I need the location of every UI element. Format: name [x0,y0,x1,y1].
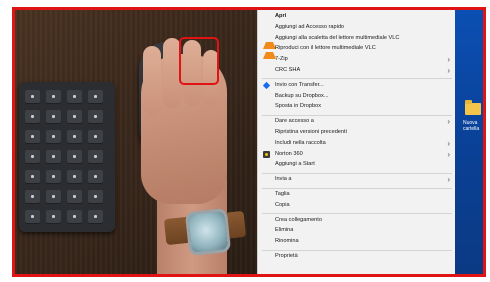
chevron-right-icon: › [447,175,450,185]
menu-item-7[interactable]: Backup su Dropbox... [258,92,456,101]
menu-item-label: 7-Zip [275,56,288,63]
menu-separator [262,114,452,116]
menu-item-label: Taglia [275,191,290,197]
menu-item-9[interactable]: Dare accesso a › [258,117,456,126]
menu-item-label: Aggiungi ad Accesso rapido [275,23,345,30]
menu-item-label: Rinomina [275,238,299,245]
menu-item-label: Invia a [275,176,292,183]
chevron-right-icon: › [447,55,450,65]
menu-item-label: CRC SHA [275,67,301,73]
menu-item-label: Aggiungi alla scaletta del lettore multi… [275,34,400,41]
chevron-right-icon: › [447,117,450,127]
menu-item-label: Riproduci con il lettore multimediale VL… [275,45,376,52]
menu-item-20[interactable]: Proprietà [258,252,456,261]
menu-item-3[interactable]: Riproduci con il lettore multimediale VL… [258,44,456,60]
menu-item-label: Aggiungi a Start [275,161,315,168]
menu-item-label: Elimina [275,227,294,234]
menu-item-label: Backup su Dropbox... [275,92,329,99]
menu-item-label: Copia [275,201,290,208]
menu-separator [262,78,452,80]
smartwatch [184,207,232,257]
chevron-right-icon: › [447,138,450,148]
norton-icon [263,150,270,158]
menu-item-6[interactable]: Invio con Transfer... [258,81,456,90]
menu-item-label: Invio con Transfer... [275,81,324,88]
dropbox-icon [262,81,271,90]
menu-item-12[interactable]: Norton 360 › [258,150,456,159]
menu-item-10[interactable]: Ripristina versioni precedenti [258,128,456,137]
menu-item-label: Sposta in Dropbox [275,103,322,110]
menu-item-label: Dare accesso a [275,118,314,125]
menu-item-label: Proprietà [275,253,298,259]
chevron-right-icon: › [447,66,450,75]
menu-item-14[interactable]: Invia a › [258,175,456,184]
menu-item-5[interactable]: CRC SHA › [258,66,456,75]
desktop-background [455,10,483,274]
menu-item-label: Apri [275,13,287,19]
menu-item-15[interactable]: Taglia [258,190,456,199]
menu-item-label: Norton 360 [275,150,303,157]
menu-item-label: Includi nella raccolta [275,139,326,146]
menu-separator [262,213,452,215]
menu-item-16[interactable]: Copia [258,201,456,210]
menu-item-4[interactable]: 7-Zip › [258,55,456,64]
desktop-icon-label[interactable]: Nuova cartella [463,120,483,132]
menu-separator [262,187,452,189]
menu-item-0[interactable]: Apri [258,12,456,21]
menu-separator [262,172,452,174]
screenshot-frame: Apri Aggiungi ad Accesso rapido Aggiungi a… [12,7,486,277]
menu-separator [262,249,452,251]
menu-item-18[interactable]: Elimina [258,226,456,235]
right-click-highlight [179,37,219,85]
hand-on-mouse-photo [15,10,257,274]
menu-item-label: Crea collegamento [275,216,322,223]
menu-item-1[interactable]: Aggiungi ad Accesso rapido [258,23,456,32]
menu-item-13[interactable]: Aggiungi a Start [258,160,456,169]
menu-item-17[interactable]: Crea collegamento [258,216,456,225]
menu-item-label: Ripristina versioni precedenti [275,129,347,135]
numeric-keypad [19,82,115,232]
context-menu: Apri Aggiungi ad Accesso rapido Aggiungi a… [257,10,455,274]
chevron-right-icon: › [447,149,450,159]
folder-icon[interactable] [465,100,481,115]
menu-item-11[interactable]: Includi nella raccolta › [258,139,456,148]
menu-item-8[interactable]: Sposta in Dropbox [258,102,456,111]
menu-item-2[interactable]: Aggiungi alla scaletta del lettore multi… [258,34,456,49]
menu-item-19[interactable]: Rinomina [258,237,456,246]
